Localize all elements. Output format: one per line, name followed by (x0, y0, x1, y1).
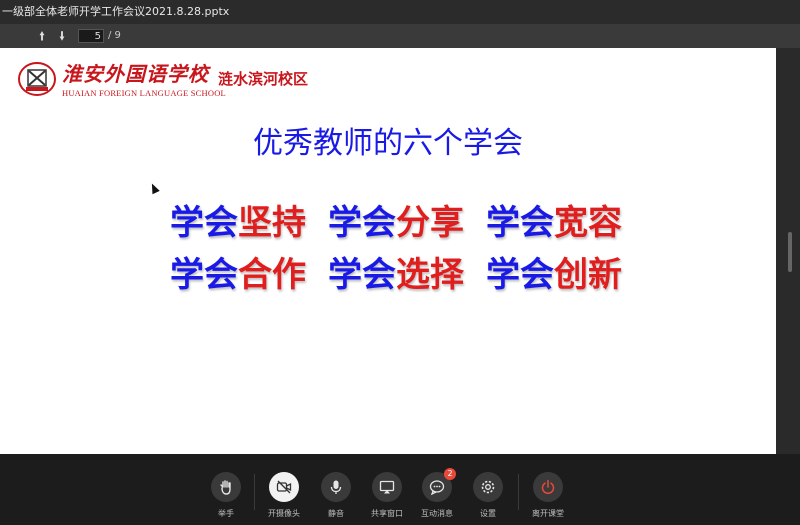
microphone-icon (321, 472, 351, 502)
campus-name: 涟水滨河校区 (218, 70, 309, 88)
page-number-input[interactable]: 5 (78, 29, 104, 43)
divider (254, 474, 255, 510)
skill-item: 学会合作 (170, 255, 306, 295)
share-label: 共享窗口 (371, 509, 403, 518)
divider (518, 474, 519, 510)
gear-icon (473, 472, 503, 502)
power-icon (533, 472, 563, 502)
window-title: 一级部全体老师开学工作会议2021.8.28.pptx (0, 0, 800, 24)
classroom-control-bar: 举手 开摄像头 静音 共享窗口 2 互动消息 设置 离开课堂 (0, 454, 800, 525)
messages-label: 互动消息 (421, 509, 453, 518)
mute-label: 静音 (328, 509, 344, 518)
skill-item: 学会分享 (328, 203, 464, 243)
mouse-cursor-icon (148, 181, 160, 195)
leave-label: 离开课堂 (532, 509, 564, 518)
skills-row-2: 学会合作 学会选择 学会创新 (170, 252, 644, 298)
school-name-cn: 淮安外国语学校 (62, 62, 209, 86)
camera-label: 开摄像头 (268, 509, 300, 518)
arrow-up-icon[interactable]: 🠙 (34, 28, 50, 44)
settings-label: 设置 (480, 509, 496, 518)
camera-off-icon (269, 472, 299, 502)
skill-item: 学会坚持 (170, 203, 306, 243)
raise-hand-button[interactable]: 举手 (200, 472, 252, 519)
skills-row-1: 学会坚持 学会分享 学会宽容 (170, 200, 644, 246)
leave-classroom-button[interactable]: 离开课堂 (522, 472, 574, 519)
school-name-en: HUAIAN FOREIGN LANGUAGE SCHOOL (62, 88, 226, 98)
hand-icon (211, 472, 241, 502)
slide-title: 优秀教师的六个学会 (253, 126, 523, 161)
scrollbar-thumb[interactable] (788, 232, 792, 272)
messages-button[interactable]: 2 互动消息 (411, 468, 463, 519)
skill-item: 学会选择 (328, 255, 464, 295)
page-total: / 9 (108, 30, 121, 41)
skill-item: 学会创新 (486, 255, 622, 295)
slide: 淮安外国语学校 HUAIAN FOREIGN LANGUAGE SCHOOL 涟… (0, 48, 776, 454)
school-logo (16, 60, 58, 98)
arrow-down-icon[interactable]: 🠛 (54, 28, 70, 44)
skill-item: 学会宽容 (486, 203, 622, 243)
mute-button[interactable]: 静音 (310, 472, 362, 519)
chat-icon: 2 (422, 468, 456, 502)
share-window-button[interactable]: 共享窗口 (361, 472, 413, 519)
raise-hand-label: 举手 (218, 509, 234, 518)
screen-share-icon (372, 472, 402, 502)
unread-badge: 2 (444, 468, 456, 480)
camera-button[interactable]: 开摄像头 (258, 472, 310, 519)
settings-button[interactable]: 设置 (462, 472, 514, 519)
